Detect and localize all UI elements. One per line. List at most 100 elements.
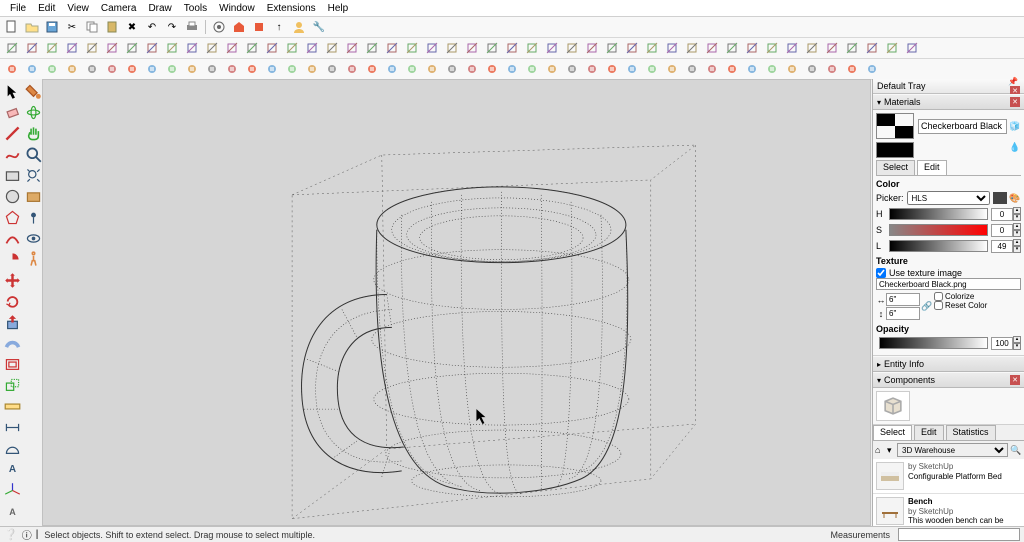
menu-help[interactable]: Help [322,2,355,15]
plugin-btn-10[interactable] [203,60,221,78]
tool-btn-24[interactable] [483,39,501,57]
plugin-btn-14[interactable] [283,60,301,78]
tray-title[interactable]: Default Tray 📌✕ [873,79,1024,94]
plugin-btn-39[interactable] [783,60,801,78]
plugin-btn-28[interactable] [563,60,581,78]
plugin-btn-15[interactable] [303,60,321,78]
tool-btn-21[interactable] [423,39,441,57]
plugin-btn-27[interactable] [543,60,561,78]
tool-btn-31[interactable] [623,39,641,57]
picker-select[interactable]: HLS [907,191,990,205]
plugin-btn-13[interactable] [263,60,281,78]
tool-btn-5[interactable] [103,39,121,57]
plugin-btn-38[interactable] [763,60,781,78]
match-color-icon[interactable]: 🎨 [1009,193,1021,204]
zoom-extents-icon[interactable] [24,166,43,185]
paint-icon[interactable] [24,82,43,101]
zoom-icon[interactable] [24,145,43,164]
arc-icon[interactable] [3,229,22,248]
tool-btn-4[interactable] [83,39,101,57]
extension-icon[interactable] [250,18,268,36]
plugin-btn-21[interactable] [423,60,441,78]
tool-btn-42[interactable] [843,39,861,57]
opacity-slider[interactable] [879,337,988,349]
polygon-icon[interactable] [3,208,22,227]
tool-btn-38[interactable] [763,39,781,57]
plugin-btn-12[interactable] [243,60,261,78]
cut-icon[interactable]: ✂ [63,18,81,36]
component-search-select[interactable]: 3D Warehouse [897,443,1008,457]
rotate-icon[interactable] [3,292,22,311]
component-thumb[interactable] [876,391,910,421]
plugin-btn-3[interactable] [63,60,81,78]
tool-btn-34[interactable] [683,39,701,57]
menu-extensions[interactable]: Extensions [261,2,322,15]
scale-icon[interactable] [3,376,22,395]
plugin-btn-1[interactable] [23,60,41,78]
menu-file[interactable]: File [4,2,32,15]
pin-icon[interactable]: 📌 [1008,77,1018,86]
texture-width-input[interactable] [886,293,920,306]
tab-select[interactable]: Select [876,160,915,175]
tool-btn-0[interactable] [3,39,21,57]
plugin-btn-30[interactable] [603,60,621,78]
use-texture-checkbox[interactable]: Use texture image [876,268,1021,278]
comp-tab-select[interactable]: Select [873,425,912,440]
material-name-input[interactable]: Checkerboard Black [918,119,1007,134]
redo-icon[interactable]: ↷ [163,18,181,36]
search-icon[interactable]: 🔍 [1010,445,1022,456]
plugin-btn-18[interactable] [363,60,381,78]
warehouse-icon[interactable] [230,18,248,36]
section-icon[interactable] [24,187,43,206]
undo-icon[interactable]: ↶ [143,18,161,36]
plugin-btn-9[interactable] [183,60,201,78]
tool-btn-44[interactable] [883,39,901,57]
plugin-btn-2[interactable] [43,60,61,78]
tool-btn-40[interactable] [803,39,821,57]
protractor-icon[interactable] [3,439,22,458]
plugin-btn-29[interactable] [583,60,601,78]
freehand-icon[interactable] [3,145,22,164]
plugin-btn-25[interactable] [503,60,521,78]
tool-btn-17[interactable] [343,39,361,57]
plugin-btn-41[interactable] [823,60,841,78]
look-icon[interactable] [24,229,43,248]
tool-btn-19[interactable] [383,39,401,57]
dropper-icon[interactable]: 💧 [1009,142,1021,158]
open-icon[interactable] [23,18,41,36]
plugin-btn-33[interactable] [663,60,681,78]
s-spinner[interactable]: ▴▾ [1013,223,1021,237]
components-panel-head[interactable]: Components✕ [873,372,1024,388]
menu-edit[interactable]: Edit [32,2,61,15]
panel-close-icon[interactable]: ✕ [1010,97,1020,107]
plugin-btn-19[interactable] [383,60,401,78]
entity-info-panel-head[interactable]: Entity Info [873,356,1024,372]
tool-btn-9[interactable] [183,39,201,57]
l-spinner[interactable]: ▴▾ [1013,239,1021,253]
tool-btn-18[interactable] [363,39,381,57]
viewport[interactable] [43,80,870,525]
delete-icon[interactable]: ✖ [123,18,141,36]
plugin-btn-37[interactable] [743,60,761,78]
info-icon[interactable]: ⓘ [22,527,32,542]
opacity-spinner[interactable]: ▴▾ [1013,336,1021,350]
tool-btn-20[interactable] [403,39,421,57]
tool-btn-11[interactable] [223,39,241,57]
tab-edit[interactable]: Edit [917,160,947,175]
circle-icon[interactable] [3,187,22,206]
menu-tools[interactable]: Tools [178,2,213,15]
pie-icon[interactable] [3,250,22,269]
list-item[interactable]: Benchby SketchUpThis wooden bench can be… [873,494,1024,526]
current-color-swatch[interactable] [993,192,1007,204]
list-item[interactable]: by SketchUpConfigurable Platform Bed [873,459,1024,494]
tool-btn-25[interactable] [503,39,521,57]
h-value[interactable]: 0 [991,208,1013,221]
plugin-btn-36[interactable] [723,60,741,78]
rectangle-icon[interactable] [3,166,22,185]
plugin-btn-23[interactable] [463,60,481,78]
text-icon[interactable]: A [3,460,22,479]
plugin-btn-43[interactable] [863,60,881,78]
tool-btn-1[interactable] [23,39,41,57]
tool-btn-37[interactable] [743,39,761,57]
move-icon[interactable] [3,271,22,290]
